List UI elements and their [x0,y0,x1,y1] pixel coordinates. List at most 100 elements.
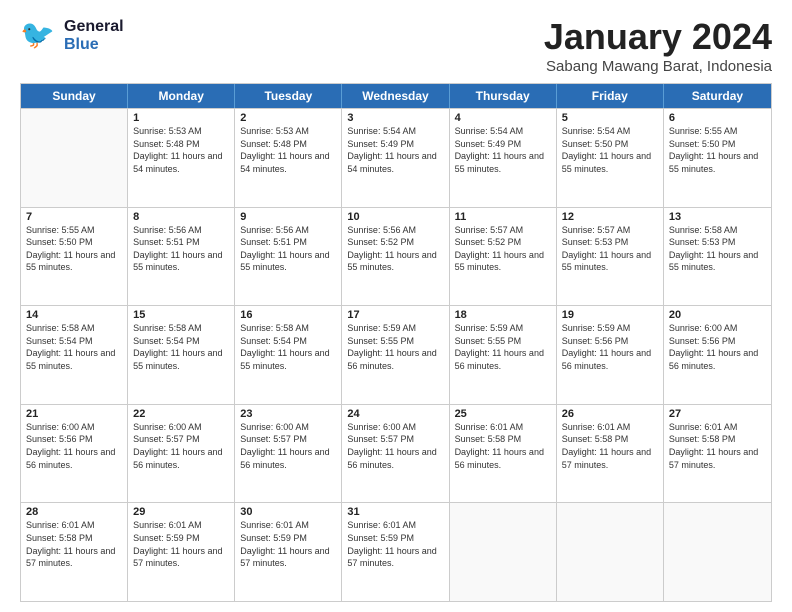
day-cell-6: 6Sunrise: 5:55 AM Sunset: 5:50 PM Daylig… [664,109,771,207]
day-number: 9 [240,211,336,223]
day-info: Sunrise: 5:55 AM Sunset: 5:50 PM Dayligh… [26,224,122,274]
day-cell-10: 10Sunrise: 5:56 AM Sunset: 5:52 PM Dayli… [342,208,449,306]
day-info: Sunrise: 5:59 AM Sunset: 5:55 PM Dayligh… [455,322,551,372]
day-number: 7 [26,211,122,223]
calendar-body: 1Sunrise: 5:53 AM Sunset: 5:48 PM Daylig… [21,108,771,601]
day-number: 21 [26,408,122,420]
empty-cell [21,109,128,207]
day-info: Sunrise: 6:01 AM Sunset: 5:58 PM Dayligh… [669,421,766,471]
day-cell-17: 17Sunrise: 5:59 AM Sunset: 5:55 PM Dayli… [342,306,449,404]
day-number: 31 [347,506,443,518]
day-info: Sunrise: 5:59 AM Sunset: 5:55 PM Dayligh… [347,322,443,372]
day-number: 30 [240,506,336,518]
svg-text:🐦: 🐦 [20,19,55,50]
week-row-2: 7Sunrise: 5:55 AM Sunset: 5:50 PM Daylig… [21,207,771,306]
day-cell-22: 22Sunrise: 6:00 AM Sunset: 5:57 PM Dayli… [128,405,235,503]
day-number: 13 [669,211,766,223]
day-cell-5: 5Sunrise: 5:54 AM Sunset: 5:50 PM Daylig… [557,109,664,207]
day-cell-13: 13Sunrise: 5:58 AM Sunset: 5:53 PM Dayli… [664,208,771,306]
day-cell-23: 23Sunrise: 6:00 AM Sunset: 5:57 PM Dayli… [235,405,342,503]
day-info: Sunrise: 5:55 AM Sunset: 5:50 PM Dayligh… [669,125,766,175]
day-info: Sunrise: 5:56 AM Sunset: 5:51 PM Dayligh… [240,224,336,274]
day-cell-21: 21Sunrise: 6:00 AM Sunset: 5:56 PM Dayli… [21,405,128,503]
week-row-4: 21Sunrise: 6:00 AM Sunset: 5:56 PM Dayli… [21,404,771,503]
day-number: 18 [455,309,551,321]
day-number: 12 [562,211,658,223]
header: 🐦 General Blue January 2024 Sabang Mawan… [20,16,772,75]
day-number: 29 [133,506,229,518]
calendar-header: SundayMondayTuesdayWednesdayThursdayFrid… [21,84,771,108]
header-day-sunday: Sunday [21,84,128,108]
header-day-monday: Monday [128,84,235,108]
day-info: Sunrise: 6:00 AM Sunset: 5:56 PM Dayligh… [669,322,766,372]
day-number: 19 [562,309,658,321]
day-number: 27 [669,408,766,420]
header-day-thursday: Thursday [450,84,557,108]
day-info: Sunrise: 5:57 AM Sunset: 5:53 PM Dayligh… [562,224,658,274]
empty-cell [557,503,664,601]
day-number: 6 [669,112,766,124]
day-cell-4: 4Sunrise: 5:54 AM Sunset: 5:49 PM Daylig… [450,109,557,207]
day-number: 28 [26,506,122,518]
day-info: Sunrise: 5:58 AM Sunset: 5:54 PM Dayligh… [26,322,122,372]
day-info: Sunrise: 5:58 AM Sunset: 5:54 PM Dayligh… [240,322,336,372]
day-cell-30: 30Sunrise: 6:01 AM Sunset: 5:59 PM Dayli… [235,503,342,601]
logo-words: General Blue [64,18,124,53]
logo: 🐦 General Blue [20,16,124,56]
day-cell-27: 27Sunrise: 6:01 AM Sunset: 5:58 PM Dayli… [664,405,771,503]
day-info: Sunrise: 5:54 AM Sunset: 5:49 PM Dayligh… [347,125,443,175]
day-info: Sunrise: 5:58 AM Sunset: 5:53 PM Dayligh… [669,224,766,274]
logo-blue-text: Blue [64,36,124,54]
day-number: 3 [347,112,443,124]
day-cell-18: 18Sunrise: 5:59 AM Sunset: 5:55 PM Dayli… [450,306,557,404]
day-info: Sunrise: 6:00 AM Sunset: 5:56 PM Dayligh… [26,421,122,471]
day-info: Sunrise: 6:01 AM Sunset: 5:58 PM Dayligh… [562,421,658,471]
day-cell-16: 16Sunrise: 5:58 AM Sunset: 5:54 PM Dayli… [235,306,342,404]
day-info: Sunrise: 5:57 AM Sunset: 5:52 PM Dayligh… [455,224,551,274]
day-info: Sunrise: 5:56 AM Sunset: 5:52 PM Dayligh… [347,224,443,274]
day-cell-25: 25Sunrise: 6:01 AM Sunset: 5:58 PM Dayli… [450,405,557,503]
day-number: 25 [455,408,551,420]
day-number: 8 [133,211,229,223]
week-row-1: 1Sunrise: 5:53 AM Sunset: 5:48 PM Daylig… [21,108,771,207]
day-number: 1 [133,112,229,124]
header-day-tuesday: Tuesday [235,84,342,108]
day-cell-12: 12Sunrise: 5:57 AM Sunset: 5:53 PM Dayli… [557,208,664,306]
day-number: 15 [133,309,229,321]
day-info: Sunrise: 6:01 AM Sunset: 5:58 PM Dayligh… [455,421,551,471]
day-cell-19: 19Sunrise: 5:59 AM Sunset: 5:56 PM Dayli… [557,306,664,404]
day-number: 10 [347,211,443,223]
day-number: 24 [347,408,443,420]
day-cell-15: 15Sunrise: 5:58 AM Sunset: 5:54 PM Dayli… [128,306,235,404]
week-row-3: 14Sunrise: 5:58 AM Sunset: 5:54 PM Dayli… [21,305,771,404]
header-day-wednesday: Wednesday [342,84,449,108]
location-subtitle: Sabang Mawang Barat, Indonesia [544,58,772,75]
header-day-saturday: Saturday [664,84,771,108]
day-info: Sunrise: 6:01 AM Sunset: 5:59 PM Dayligh… [347,519,443,569]
day-info: Sunrise: 6:01 AM Sunset: 5:58 PM Dayligh… [26,519,122,569]
day-info: Sunrise: 6:01 AM Sunset: 5:59 PM Dayligh… [133,519,229,569]
day-info: Sunrise: 6:01 AM Sunset: 5:59 PM Dayligh… [240,519,336,569]
day-number: 20 [669,309,766,321]
day-info: Sunrise: 5:59 AM Sunset: 5:56 PM Dayligh… [562,322,658,372]
day-info: Sunrise: 5:54 AM Sunset: 5:50 PM Dayligh… [562,125,658,175]
day-number: 14 [26,309,122,321]
month-title: January 2024 [544,16,772,58]
day-cell-11: 11Sunrise: 5:57 AM Sunset: 5:52 PM Dayli… [450,208,557,306]
page: 🐦 General Blue January 2024 Sabang Mawan… [0,0,792,612]
day-number: 17 [347,309,443,321]
day-cell-1: 1Sunrise: 5:53 AM Sunset: 5:48 PM Daylig… [128,109,235,207]
day-info: Sunrise: 6:00 AM Sunset: 5:57 PM Dayligh… [240,421,336,471]
day-number: 5 [562,112,658,124]
day-info: Sunrise: 5:53 AM Sunset: 5:48 PM Dayligh… [133,125,229,175]
logo-general-text: General [64,18,124,36]
day-cell-2: 2Sunrise: 5:53 AM Sunset: 5:48 PM Daylig… [235,109,342,207]
logo-icon: 🐦 [20,16,60,56]
day-cell-3: 3Sunrise: 5:54 AM Sunset: 5:49 PM Daylig… [342,109,449,207]
day-cell-14: 14Sunrise: 5:58 AM Sunset: 5:54 PM Dayli… [21,306,128,404]
day-number: 2 [240,112,336,124]
day-number: 23 [240,408,336,420]
week-row-5: 28Sunrise: 6:01 AM Sunset: 5:58 PM Dayli… [21,502,771,601]
day-info: Sunrise: 5:58 AM Sunset: 5:54 PM Dayligh… [133,322,229,372]
day-cell-29: 29Sunrise: 6:01 AM Sunset: 5:59 PM Dayli… [128,503,235,601]
